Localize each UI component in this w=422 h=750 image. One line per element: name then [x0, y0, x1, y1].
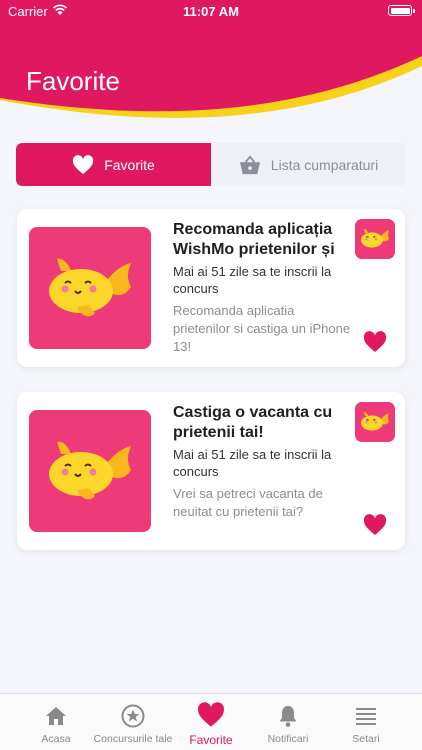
tab-setari[interactable]: Setari	[324, 694, 408, 750]
tab-notificari[interactable]: Notificari	[246, 694, 330, 750]
contest-image	[29, 227, 151, 349]
tab-concursurile-tale[interactable]: Concursurile tale	[91, 694, 175, 750]
battery-icon	[388, 5, 415, 16]
tab-favorite[interactable]: Favorite	[16, 143, 211, 186]
segmented-control: Favorite Lista cumparaturi	[16, 143, 406, 186]
contest-logo	[355, 402, 395, 442]
clock: 11:07 AM	[183, 4, 239, 19]
fish-mascot-icon	[360, 228, 390, 248]
contest-description: Recomanda aplicatia prietenilor si casti…	[173, 303, 351, 354]
contest-card[interactable]: Recomanda aplicația WishMo prietenilor ș…	[17, 209, 405, 367]
tab-shopping-list-label: Lista cumparaturi	[270, 156, 379, 173]
bottom-tab-bar: Acasa Concursurile tale Favorite Notific…	[0, 693, 422, 750]
contest-title: Castiga o vacanta cu prietenii tai!	[173, 404, 333, 441]
contest-logo	[355, 219, 395, 259]
contest-deadline: Mai ai 51 zile sa te inscrii la concurs	[173, 447, 332, 479]
fish-mascot-icon	[360, 411, 390, 431]
star-circle-icon	[121, 704, 145, 728]
fish-mascot-icon	[49, 258, 131, 317]
tab-setari-label: Setari	[352, 733, 380, 745]
favorite-heart-icon[interactable]	[363, 514, 387, 536]
status-bar: Carrier 11:07 AM	[0, 0, 422, 24]
contest-description: Vrei sa petreci vacanta de neuitat cu pr…	[173, 486, 323, 519]
heart-icon	[73, 154, 94, 174]
tab-favorite-nav[interactable]: Favorite	[169, 694, 253, 750]
tab-acasa-label: Acasa	[41, 733, 71, 745]
menu-icon	[356, 708, 376, 725]
contest-deadline: Mai ai 51 zile sa te inscrii la concurs	[173, 264, 332, 296]
contest-image	[29, 410, 151, 532]
tab-shopping-list[interactable]: Lista cumparaturi	[211, 143, 406, 186]
favorite-heart-icon[interactable]	[363, 331, 387, 353]
header: Carrier 11:07 AM Favorite	[0, 0, 422, 130]
tab-favorite-label: Favorite	[104, 156, 155, 173]
page-title: Favorite	[26, 66, 120, 96]
basket-icon	[239, 154, 260, 174]
contest-card[interactable]: Castiga o vacanta cu prietenii tai! Mai …	[17, 392, 405, 550]
bell-icon	[279, 706, 297, 727]
heart-icon	[198, 702, 224, 727]
tab-concursurile-tale-label: Concursurile tale	[93, 733, 173, 745]
contest-title: Recomanda aplicația WishMo prietenilor ș…	[173, 221, 335, 258]
tab-favorite-nav-label: Favorite	[189, 733, 233, 747]
fish-mascot-icon	[49, 441, 131, 500]
tab-notificari-label: Notificari	[267, 733, 309, 745]
tab-acasa[interactable]: Acasa	[14, 694, 98, 750]
home-icon	[46, 707, 66, 725]
